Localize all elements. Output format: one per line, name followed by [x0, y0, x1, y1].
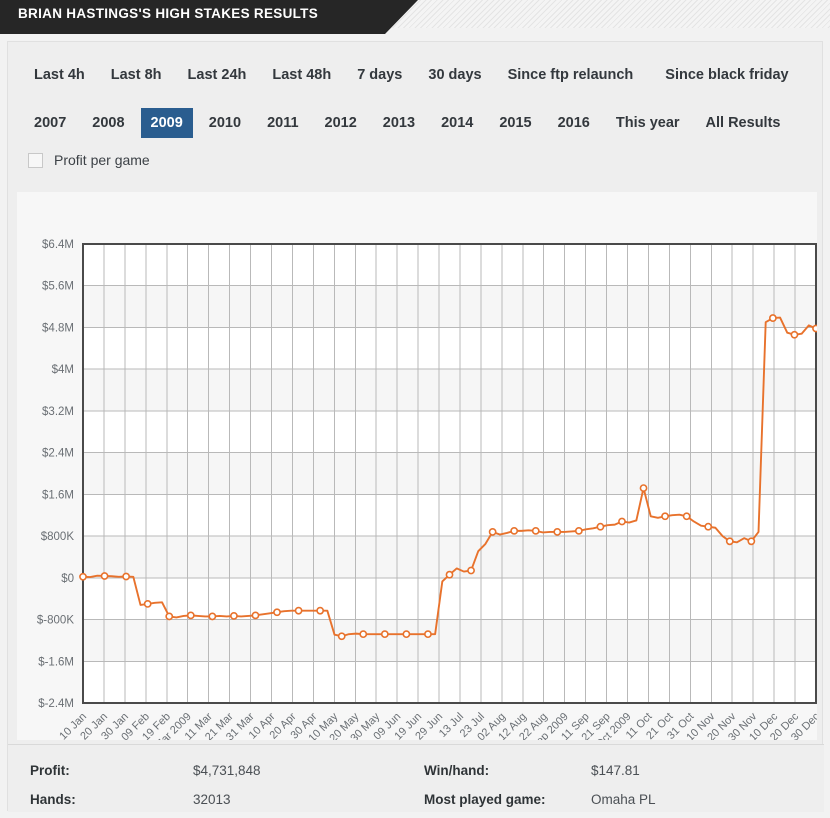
y-axis-tick-label: $-1.6M [38, 656, 74, 668]
tab-year-2015[interactable]: 2015 [489, 108, 541, 138]
data-point [510, 526, 519, 535]
tab-period-since-ftp-relaunch[interactable]: Since ftp relaunch [498, 60, 644, 90]
y-axis-tick-label: $800K [41, 531, 75, 543]
tab-year-2013[interactable]: 2013 [373, 108, 425, 138]
stat-winhand-label: Win/hand: [424, 763, 490, 778]
data-point [467, 566, 475, 575]
data-point [122, 572, 131, 581]
data-point [682, 512, 691, 521]
data-point [812, 324, 817, 333]
year-filter-tabs: 2007 2008 2009 2010 2011 2012 2013 2014 2015 2016… [8, 108, 824, 138]
y-axis-tick-label: $1.6M [42, 489, 74, 501]
period-filter-tabs: Last 4h Last 8h Last 24h Last 48h 7 days 30 d… [8, 60, 824, 90]
tab-year-2010[interactable]: 2010 [199, 108, 251, 138]
stat-mostplayed-value: Omaha PL [591, 792, 656, 807]
data-point [359, 630, 368, 639]
summary-stats: Profit: $4,731,848 Hands: 32013 Win/hand… [8, 744, 824, 812]
y-axis-tick-label: $4.8M [42, 322, 74, 334]
stat-profit-label: Profit: [30, 763, 70, 778]
profit-per-game-label: Profit per game [54, 152, 150, 168]
tab-year-2014[interactable]: 2014 [431, 108, 483, 138]
y-axis-tick-label: $-2.4M [38, 698, 74, 710]
tab-year-2011[interactable]: 2011 [257, 108, 308, 138]
y-axis-tick-label: $0 [61, 573, 74, 585]
tab-year-all-results[interactable]: All Results [696, 108, 791, 138]
stat-winhand-value: $147.81 [591, 763, 640, 778]
header-hatch-decoration [380, 0, 830, 28]
data-point [553, 528, 562, 536]
data-point [596, 522, 605, 531]
data-point [165, 612, 174, 621]
tab-year-2012[interactable]: 2012 [315, 108, 367, 138]
data-point [725, 537, 734, 546]
data-point [208, 612, 217, 621]
results-page: BRIAN HASTINGS'S HIGH STAKES RESULTS Las… [0, 0, 830, 818]
data-point [380, 630, 389, 639]
stat-hands-value: 32013 [193, 792, 231, 807]
grid-band [83, 619, 816, 662]
profit-per-game-checkbox[interactable] [28, 152, 43, 168]
results-chart: $6.4M $5.6M $4.8M $4M $3.2M $2.4M $1.6M $800K $0… [17, 192, 817, 740]
data-point [574, 526, 583, 535]
data-point [273, 608, 281, 617]
y-axis-tick-label: $3.2M [42, 406, 74, 418]
data-point [704, 522, 713, 531]
data-point [768, 314, 777, 322]
tab-period-last-48h[interactable]: Last 48h [262, 60, 341, 90]
tab-year-2007[interactable]: 2007 [24, 108, 76, 138]
tab-year-2009[interactable]: 2009 [140, 108, 193, 138]
tab-period-30-days[interactable]: 30 days [418, 60, 491, 90]
data-point [445, 570, 454, 579]
grid-band [83, 369, 816, 411]
tab-period-since-black-friday[interactable]: Since black friday [655, 60, 798, 90]
data-point [661, 512, 669, 521]
stat-profit-value: $4,731,848 [193, 763, 261, 778]
data-point [402, 630, 411, 639]
data-point [639, 484, 648, 492]
profit-line-chart: $6.4M $5.6M $4.8M $4M $3.2M $2.4M $1.6M $800K $0… [17, 192, 817, 740]
data-point [316, 606, 325, 615]
options-row: Profit per game [28, 152, 150, 168]
y-axis-tick-label: $6.4M [42, 239, 74, 251]
tab-period-7-days[interactable]: 7 days [347, 60, 412, 90]
stat-hands-label: Hands: [30, 792, 76, 807]
data-point [790, 330, 799, 339]
page-header: BRIAN HASTINGS'S HIGH STAKES RESULTS [0, 0, 830, 34]
data-point [747, 537, 756, 546]
data-point [186, 611, 195, 620]
tab-period-last-4h[interactable]: Last 4h [24, 60, 95, 90]
data-point [618, 517, 626, 526]
tab-year-2008[interactable]: 2008 [82, 108, 134, 138]
grid-band [83, 452, 816, 495]
data-point [143, 599, 152, 608]
y-axis-tick-label: $4M [52, 364, 74, 376]
y-axis-tick-label: $2.4M [42, 448, 74, 460]
grid-band [83, 285, 816, 328]
content-panel: Last 4h Last 8h Last 24h Last 48h 7 days 30 d… [7, 41, 824, 812]
page-title: BRIAN HASTINGS'S HIGH STAKES RESULTS [18, 6, 319, 21]
data-point [100, 572, 109, 580]
data-point [424, 630, 432, 639]
data-point [251, 611, 260, 620]
data-point [488, 528, 497, 536]
tab-year-this-year[interactable]: This year [606, 108, 690, 138]
tab-year-2016[interactable]: 2016 [548, 108, 600, 138]
data-point [79, 572, 87, 581]
y-axis-tick-label: $5.6M [42, 281, 74, 293]
tab-period-last-8h[interactable]: Last 8h [101, 60, 172, 90]
tab-period-last-24h[interactable]: Last 24h [178, 60, 257, 90]
stat-mostplayed-label: Most played game: [424, 792, 546, 807]
y-axis-tick-label: $-800K [37, 615, 74, 627]
data-point [294, 606, 303, 615]
data-point [230, 611, 238, 620]
data-point [531, 526, 540, 535]
data-point [337, 632, 346, 641]
